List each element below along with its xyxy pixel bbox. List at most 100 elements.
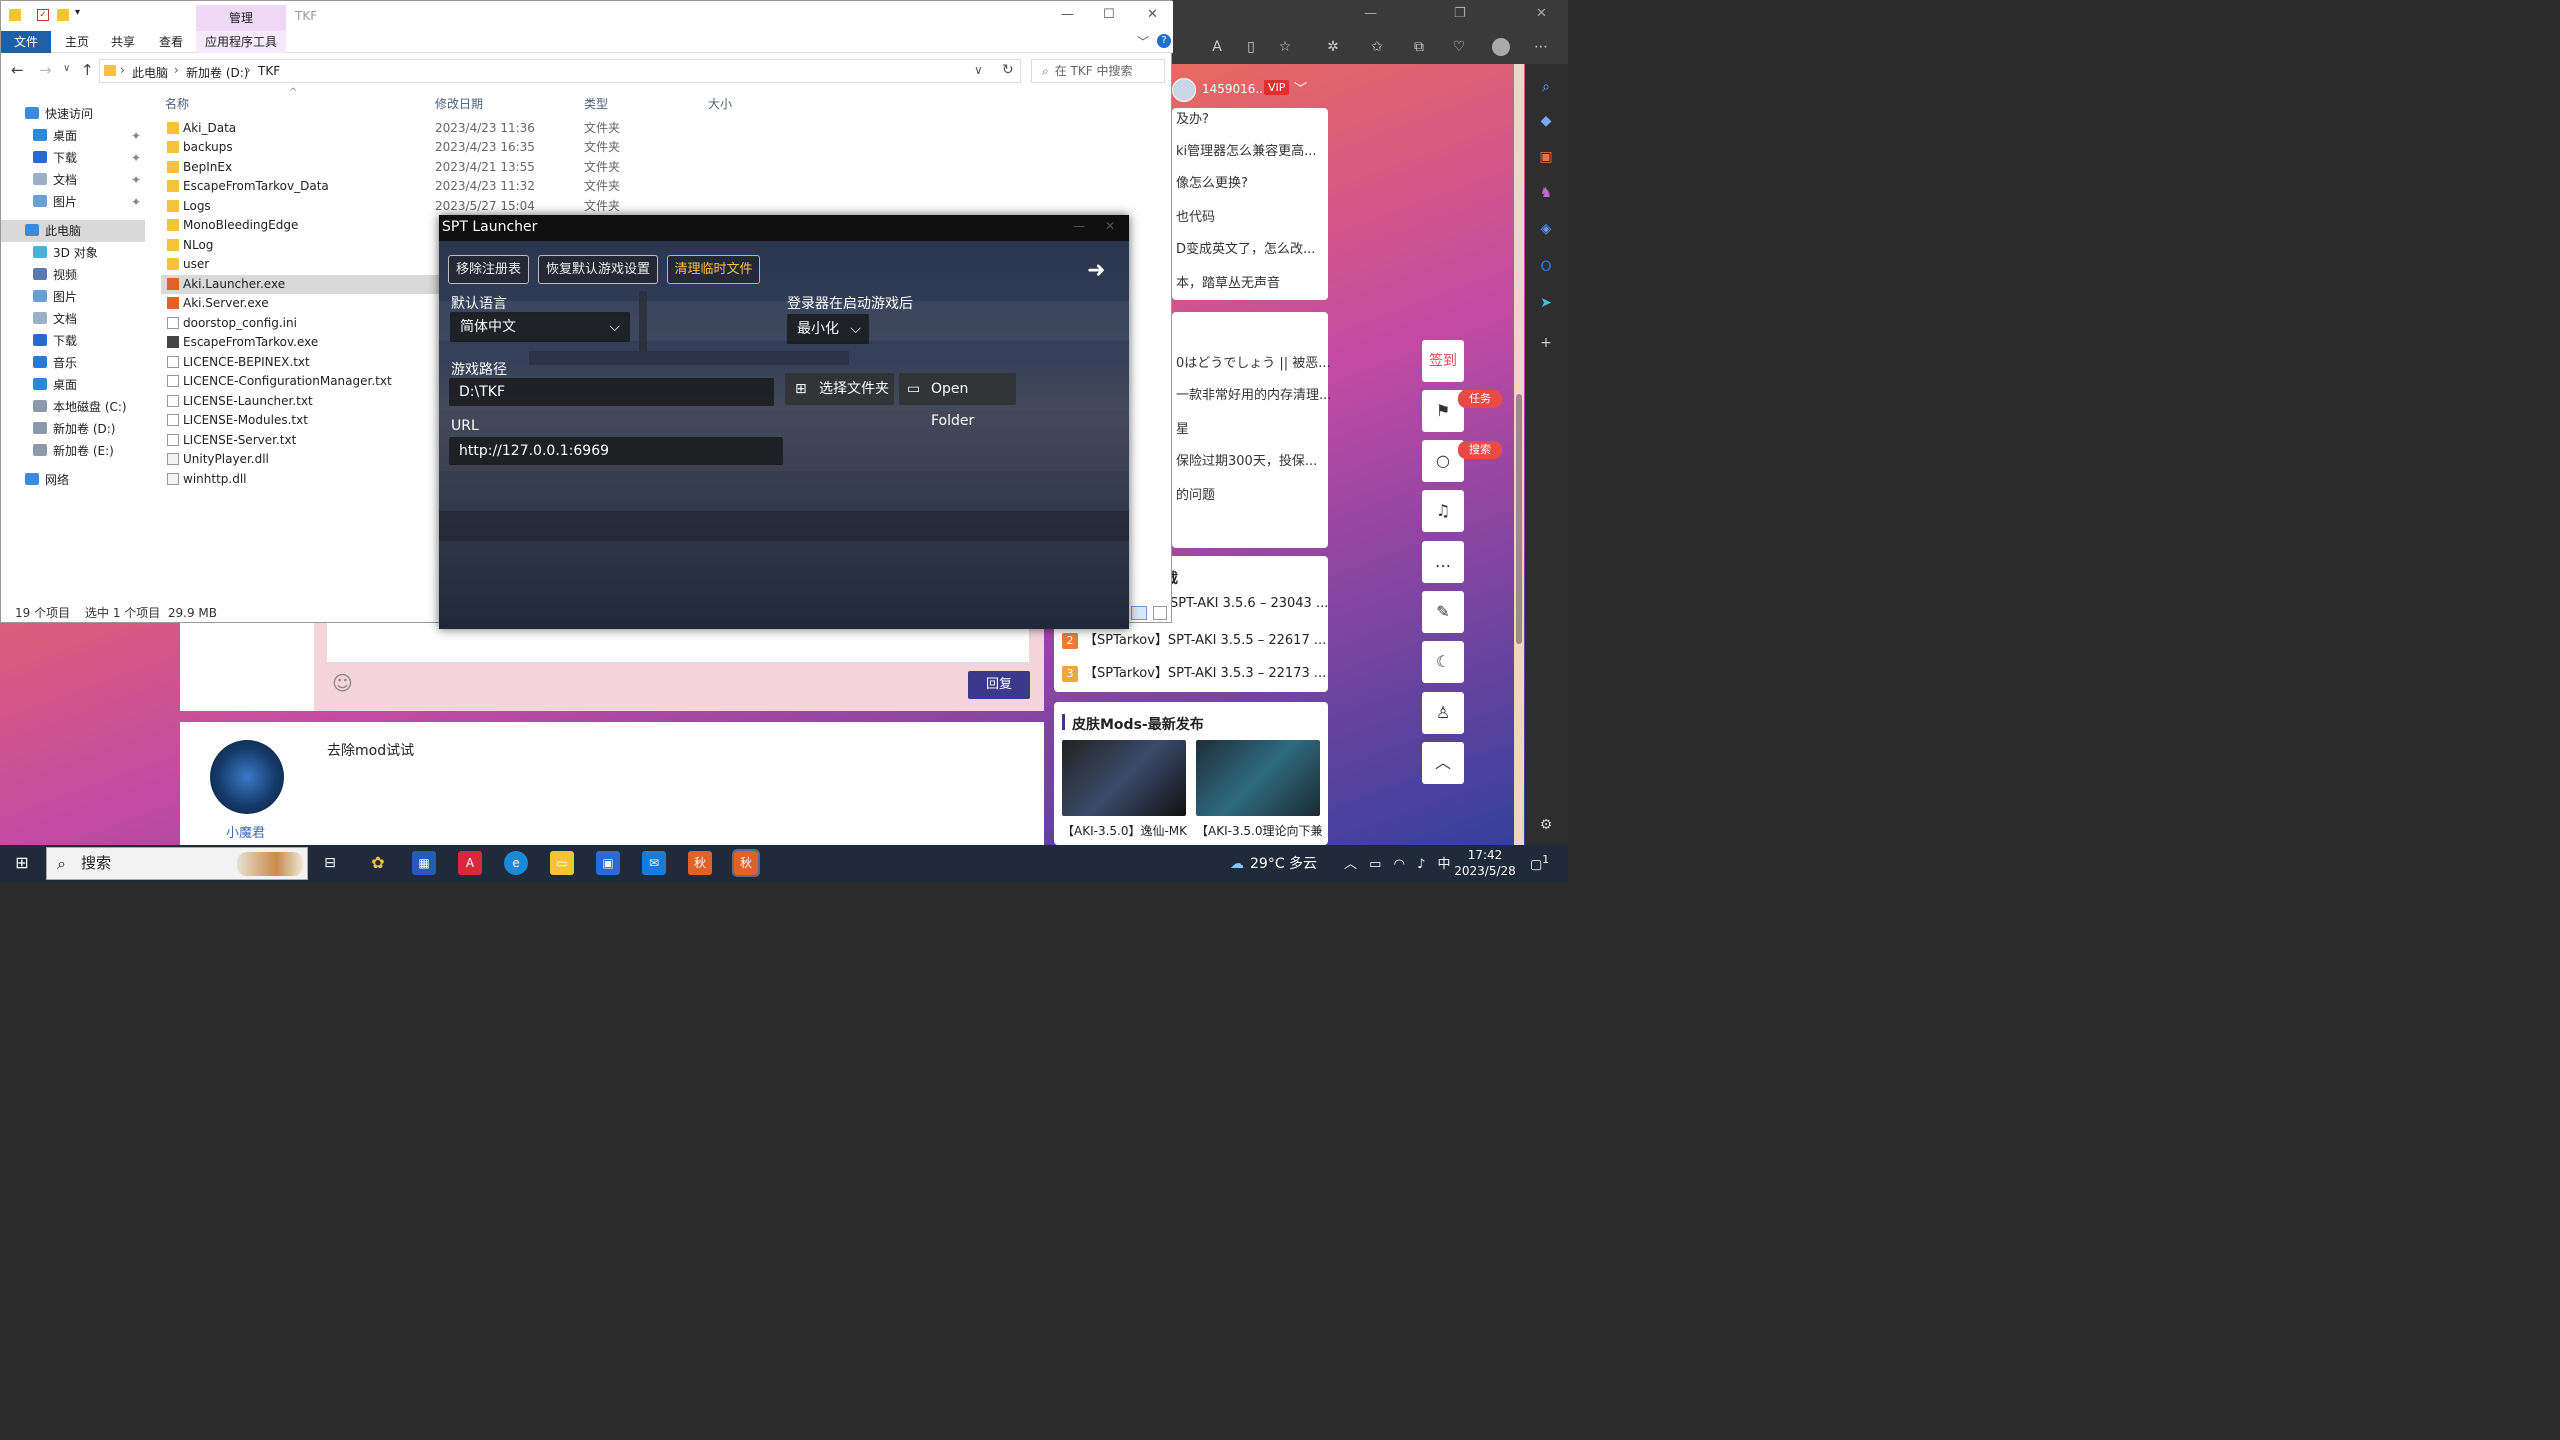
user-header[interactable]: 1459016... VIP ﹀	[1172, 68, 1328, 108]
clock[interactable]: 17:42 2023/5/28	[1450, 847, 1520, 879]
tab-view[interactable]: 查看	[159, 33, 183, 50]
weather-widget[interactable]: ☁ 29°C 多云	[1230, 853, 1317, 873]
open-folder-button[interactable]: ▭ Open Folder	[899, 373, 1016, 429]
back-icon[interactable]: ←	[11, 61, 24, 79]
settings-icon[interactable]: ⚙	[1535, 814, 1557, 836]
nav-documents-pc[interactable]: 文档	[1, 308, 145, 330]
launcher-taskbar-icon[interactable]: 秋	[688, 851, 712, 875]
recent-dropdown-icon[interactable]: ∨	[63, 63, 70, 74]
restore-icon[interactable]: ❐	[1454, 6, 1466, 21]
chevron-right-icon[interactable]: ›	[246, 63, 251, 77]
properties-icon[interactable]: ✓	[37, 9, 49, 21]
store-icon[interactable]: ▣	[596, 851, 620, 875]
tray-expand-icon[interactable]: ︿	[1344, 857, 1357, 872]
send-icon[interactable]: ➤	[1535, 292, 1557, 314]
games-icon[interactable]: ♞	[1535, 182, 1557, 204]
reply-button[interactable]: 回复	[968, 671, 1030, 699]
large-icons-view-icon[interactable]	[1153, 606, 1167, 620]
user-name[interactable]: 1459016...	[1202, 82, 1267, 96]
add-favorite-icon[interactable]: ☆	[1276, 38, 1294, 56]
list-item[interactable]: 2 【SPTarkov】SPT-AKI 3.5.5 – 22617 ...	[1062, 629, 1326, 649]
nav-3d-objects[interactable]: 3D 对象	[1, 242, 145, 264]
file-explorer-icon[interactable]: ▭	[550, 851, 574, 875]
rank-item-text[interactable]: 【SPTarkov】SPT-AKI 3.5.5 – 22617 ...	[1084, 633, 1326, 648]
signin-button[interactable]: 签到	[1422, 340, 1464, 382]
edit-icon[interactable]: ✎	[1422, 591, 1464, 633]
split-screen-icon[interactable]: ▯	[1242, 38, 1260, 56]
clean-temp-files-button[interactable]: 清理临时文件	[667, 255, 760, 284]
arrow-right-icon[interactable]: ➜	[1087, 258, 1105, 283]
pin-icon[interactable]: ✦	[131, 147, 141, 169]
mod-thumbnail[interactable]	[1062, 740, 1186, 816]
collections-icon[interactable]: ⧉	[1410, 38, 1428, 56]
list-item[interactable]: 0はどうでしょう || 被恶...	[1176, 352, 1331, 371]
battery-icon[interactable]: ▭	[1369, 857, 1381, 872]
pin-icon[interactable]: ✦	[131, 125, 141, 147]
nav-this-pc[interactable]: 此电脑	[1, 220, 145, 242]
column-header-modified[interactable]: 修改日期	[435, 95, 483, 112]
search-input[interactable]: ⌕ 在 TKF 中搜索	[1031, 59, 1165, 83]
maximize-icon[interactable]: ☐	[1103, 7, 1115, 22]
table-row[interactable]: Logs 2023/5/27 15:04 文件夹	[161, 197, 781, 216]
ribbon-expand-icon[interactable]: ﹀	[1137, 33, 1149, 50]
after-launch-select[interactable]: 最小化 ⌵	[787, 314, 869, 344]
minimize-icon[interactable]: —	[1073, 219, 1085, 233]
list-item[interactable]: 一款非常好用的内存清理...	[1176, 384, 1331, 403]
search-tag[interactable]: 搜索	[1458, 441, 1502, 459]
ime-indicator[interactable]: 中	[1438, 857, 1451, 872]
add-icon[interactable]: +	[1535, 332, 1557, 354]
refresh-icon[interactable]: ↻	[1002, 62, 1014, 78]
nav-downloads-pc[interactable]: 下载	[1, 330, 145, 352]
scroll-thumb[interactable]	[1516, 394, 1522, 644]
details-view-icon[interactable]	[1131, 606, 1147, 620]
outlook-icon[interactable]: O	[1535, 256, 1557, 278]
mod-thumbnail[interactable]	[1196, 740, 1320, 816]
restore-default-settings-button[interactable]: 恢复默认游戏设置	[538, 255, 658, 284]
list-item[interactable]: 的问题	[1176, 484, 1215, 503]
extensions-icon[interactable]: ✲	[1324, 38, 1342, 56]
nav-downloads[interactable]: 下载 ✦	[1, 147, 145, 169]
list-item[interactable]: 3 【SPTarkov】SPT-AKI 3.5.3 – 22173 ...	[1062, 662, 1326, 682]
task-tag[interactable]: 任务	[1458, 390, 1502, 408]
tab-share[interactable]: 共享	[111, 33, 135, 50]
search-icon[interactable]: ⌕	[1535, 76, 1557, 98]
qat-dropdown-icon[interactable]: ▾	[75, 7, 80, 18]
close-icon[interactable]: ✕	[1147, 7, 1158, 22]
tab-app-tools[interactable]: 应用程序工具	[196, 31, 286, 53]
nav-music[interactable]: 音乐	[1, 352, 145, 374]
mod-title[interactable]: 【AKI-3.5.0】逸仙-MK	[1062, 822, 1187, 839]
table-row[interactable]: BepInEx 2023/4/21 13:55 文件夹	[161, 158, 781, 177]
copilot-icon[interactable]: ◈	[1535, 218, 1557, 240]
profile-avatar[interactable]	[1492, 38, 1510, 56]
nav-drive-d[interactable]: 新加卷 (D:)	[1, 418, 145, 440]
taskbar-search[interactable]: ⌕ 搜索	[46, 847, 308, 880]
avatar[interactable]	[1172, 78, 1196, 102]
nav-drive-c[interactable]: 本地磁盘 (C:)	[1, 396, 145, 418]
table-row-selected[interactable]: Aki.Launcher.exe	[161, 275, 441, 294]
remove-registry-button[interactable]: 移除注册表	[448, 255, 529, 284]
tools-icon[interactable]: ▣	[1535, 146, 1557, 168]
game-path-input[interactable]: D:\TKF	[449, 378, 774, 406]
back-to-top-icon[interactable]: ︿	[1422, 742, 1464, 784]
chevron-down-icon[interactable]: ∨	[974, 63, 983, 77]
list-item[interactable]: ki管理器怎么兼容更高...	[1176, 140, 1317, 159]
minimize-icon[interactable]: —	[1364, 6, 1377, 21]
comment-user[interactable]: 小魔君	[226, 822, 265, 841]
rank-item-text[interactable]: SPT-AKI 3.5.6 – 23043 ...	[1170, 596, 1328, 611]
avatar[interactable]	[210, 740, 284, 814]
table-row[interactable]: EscapeFromTarkov_Data 2023/4/23 11:32 文件夹	[161, 177, 781, 196]
list-item[interactable]: 及办?	[1176, 108, 1209, 127]
nav-drive-e[interactable]: 新加卷 (E:)	[1, 440, 145, 462]
nav-quick-access[interactable]: 快速访问	[1, 103, 145, 125]
chevron-down-icon[interactable]: ﹀	[1294, 78, 1307, 97]
close-icon[interactable]: ✕	[1536, 6, 1547, 21]
read-aloud-icon[interactable]: A	[1208, 38, 1226, 56]
task-view-icon[interactable]: ⊟	[318, 851, 342, 875]
shirt-icon[interactable]: ♙	[1422, 692, 1464, 734]
close-icon[interactable]: ✕	[1105, 219, 1115, 233]
forward-icon[interactable]: →	[39, 61, 52, 79]
moon-icon[interactable]: ☾	[1422, 641, 1464, 683]
breadcrumb-item[interactable]: TKF	[258, 64, 280, 78]
app-icon-yellow[interactable]: ✿	[366, 851, 390, 875]
nav-pictures[interactable]: 图片 ✦	[1, 191, 145, 213]
